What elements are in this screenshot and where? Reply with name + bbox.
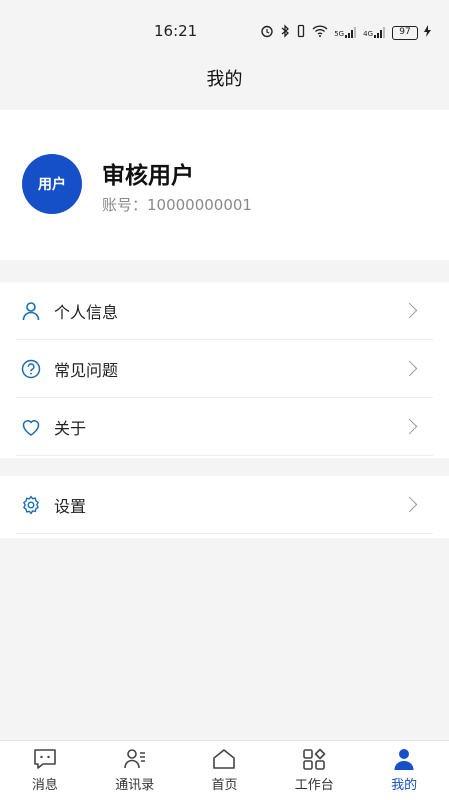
message-icon (32, 746, 58, 772)
tab-label-contacts: 通讯录 (115, 778, 155, 793)
tab-label-workbench: 工作台 (294, 778, 334, 793)
apps-grid-icon (301, 746, 327, 772)
menu-group-main: 个人信息 常见问题 关于 (0, 282, 449, 458)
profile-card[interactable]: 用户 审核用户 账号：10000000001 (0, 110, 449, 260)
home-icon (211, 746, 237, 772)
user-filled-icon (391, 746, 417, 772)
status-icons: 5G 4G 97 (260, 24, 431, 41)
user-name: 审核用户 (102, 163, 194, 189)
bluetooth-icon (280, 24, 290, 41)
chevron-right-icon (401, 418, 418, 434)
menu-label-about: 关于 (54, 418, 87, 438)
wifi-icon (312, 25, 328, 40)
menu-item-settings[interactable]: 设置 (16, 476, 433, 534)
tab-label-messages: 消息 (31, 778, 58, 793)
tab-label-mine: 我的 (391, 778, 418, 793)
tab-home[interactable]: 首页 (180, 741, 270, 800)
menu-group-settings: 设置 (0, 476, 449, 538)
question-icon (20, 358, 42, 380)
gear-icon (20, 494, 42, 516)
chevron-right-icon (401, 302, 418, 318)
bottom-tab-bar: 消息 通讯录 首页 工作台 我的 (0, 740, 449, 800)
chevron-right-icon (401, 496, 418, 512)
tab-mine[interactable]: 我的 (359, 741, 449, 800)
status-bar: 16:21 5G 4G 97 (0, 0, 449, 58)
signal-5g-icon: 5G (334, 27, 357, 38)
heart-icon (20, 416, 42, 438)
avatar[interactable]: 用户 (22, 154, 82, 214)
menu-label-settings: 设置 (54, 496, 87, 516)
contacts-icon (122, 746, 148, 772)
alarm-icon (260, 24, 274, 41)
charging-icon (424, 25, 431, 40)
menu-item-about[interactable]: 关于 (16, 398, 433, 456)
menu-label-faq: 常见问题 (54, 360, 119, 380)
account-number: 账号：10000000001 (102, 196, 252, 214)
signal-4g-icon: 4G (363, 27, 386, 38)
menu-item-personal-info[interactable]: 个人信息 (16, 282, 433, 340)
tab-label-home: 首页 (211, 778, 238, 793)
tab-messages[interactable]: 消息 (0, 741, 90, 800)
page-title: 我的 (206, 69, 243, 90)
person-icon (20, 300, 42, 322)
vibrate-icon (296, 24, 306, 41)
tab-workbench[interactable]: 工作台 (269, 741, 359, 800)
battery-icon: 97 (392, 25, 418, 40)
menu-label-personal-info: 个人信息 (54, 302, 119, 322)
status-time: 16:21 (154, 22, 198, 40)
menu-item-faq[interactable]: 常见问题 (16, 340, 433, 398)
tab-contacts[interactable]: 通讯录 (90, 741, 180, 800)
chevron-right-icon (401, 360, 418, 376)
